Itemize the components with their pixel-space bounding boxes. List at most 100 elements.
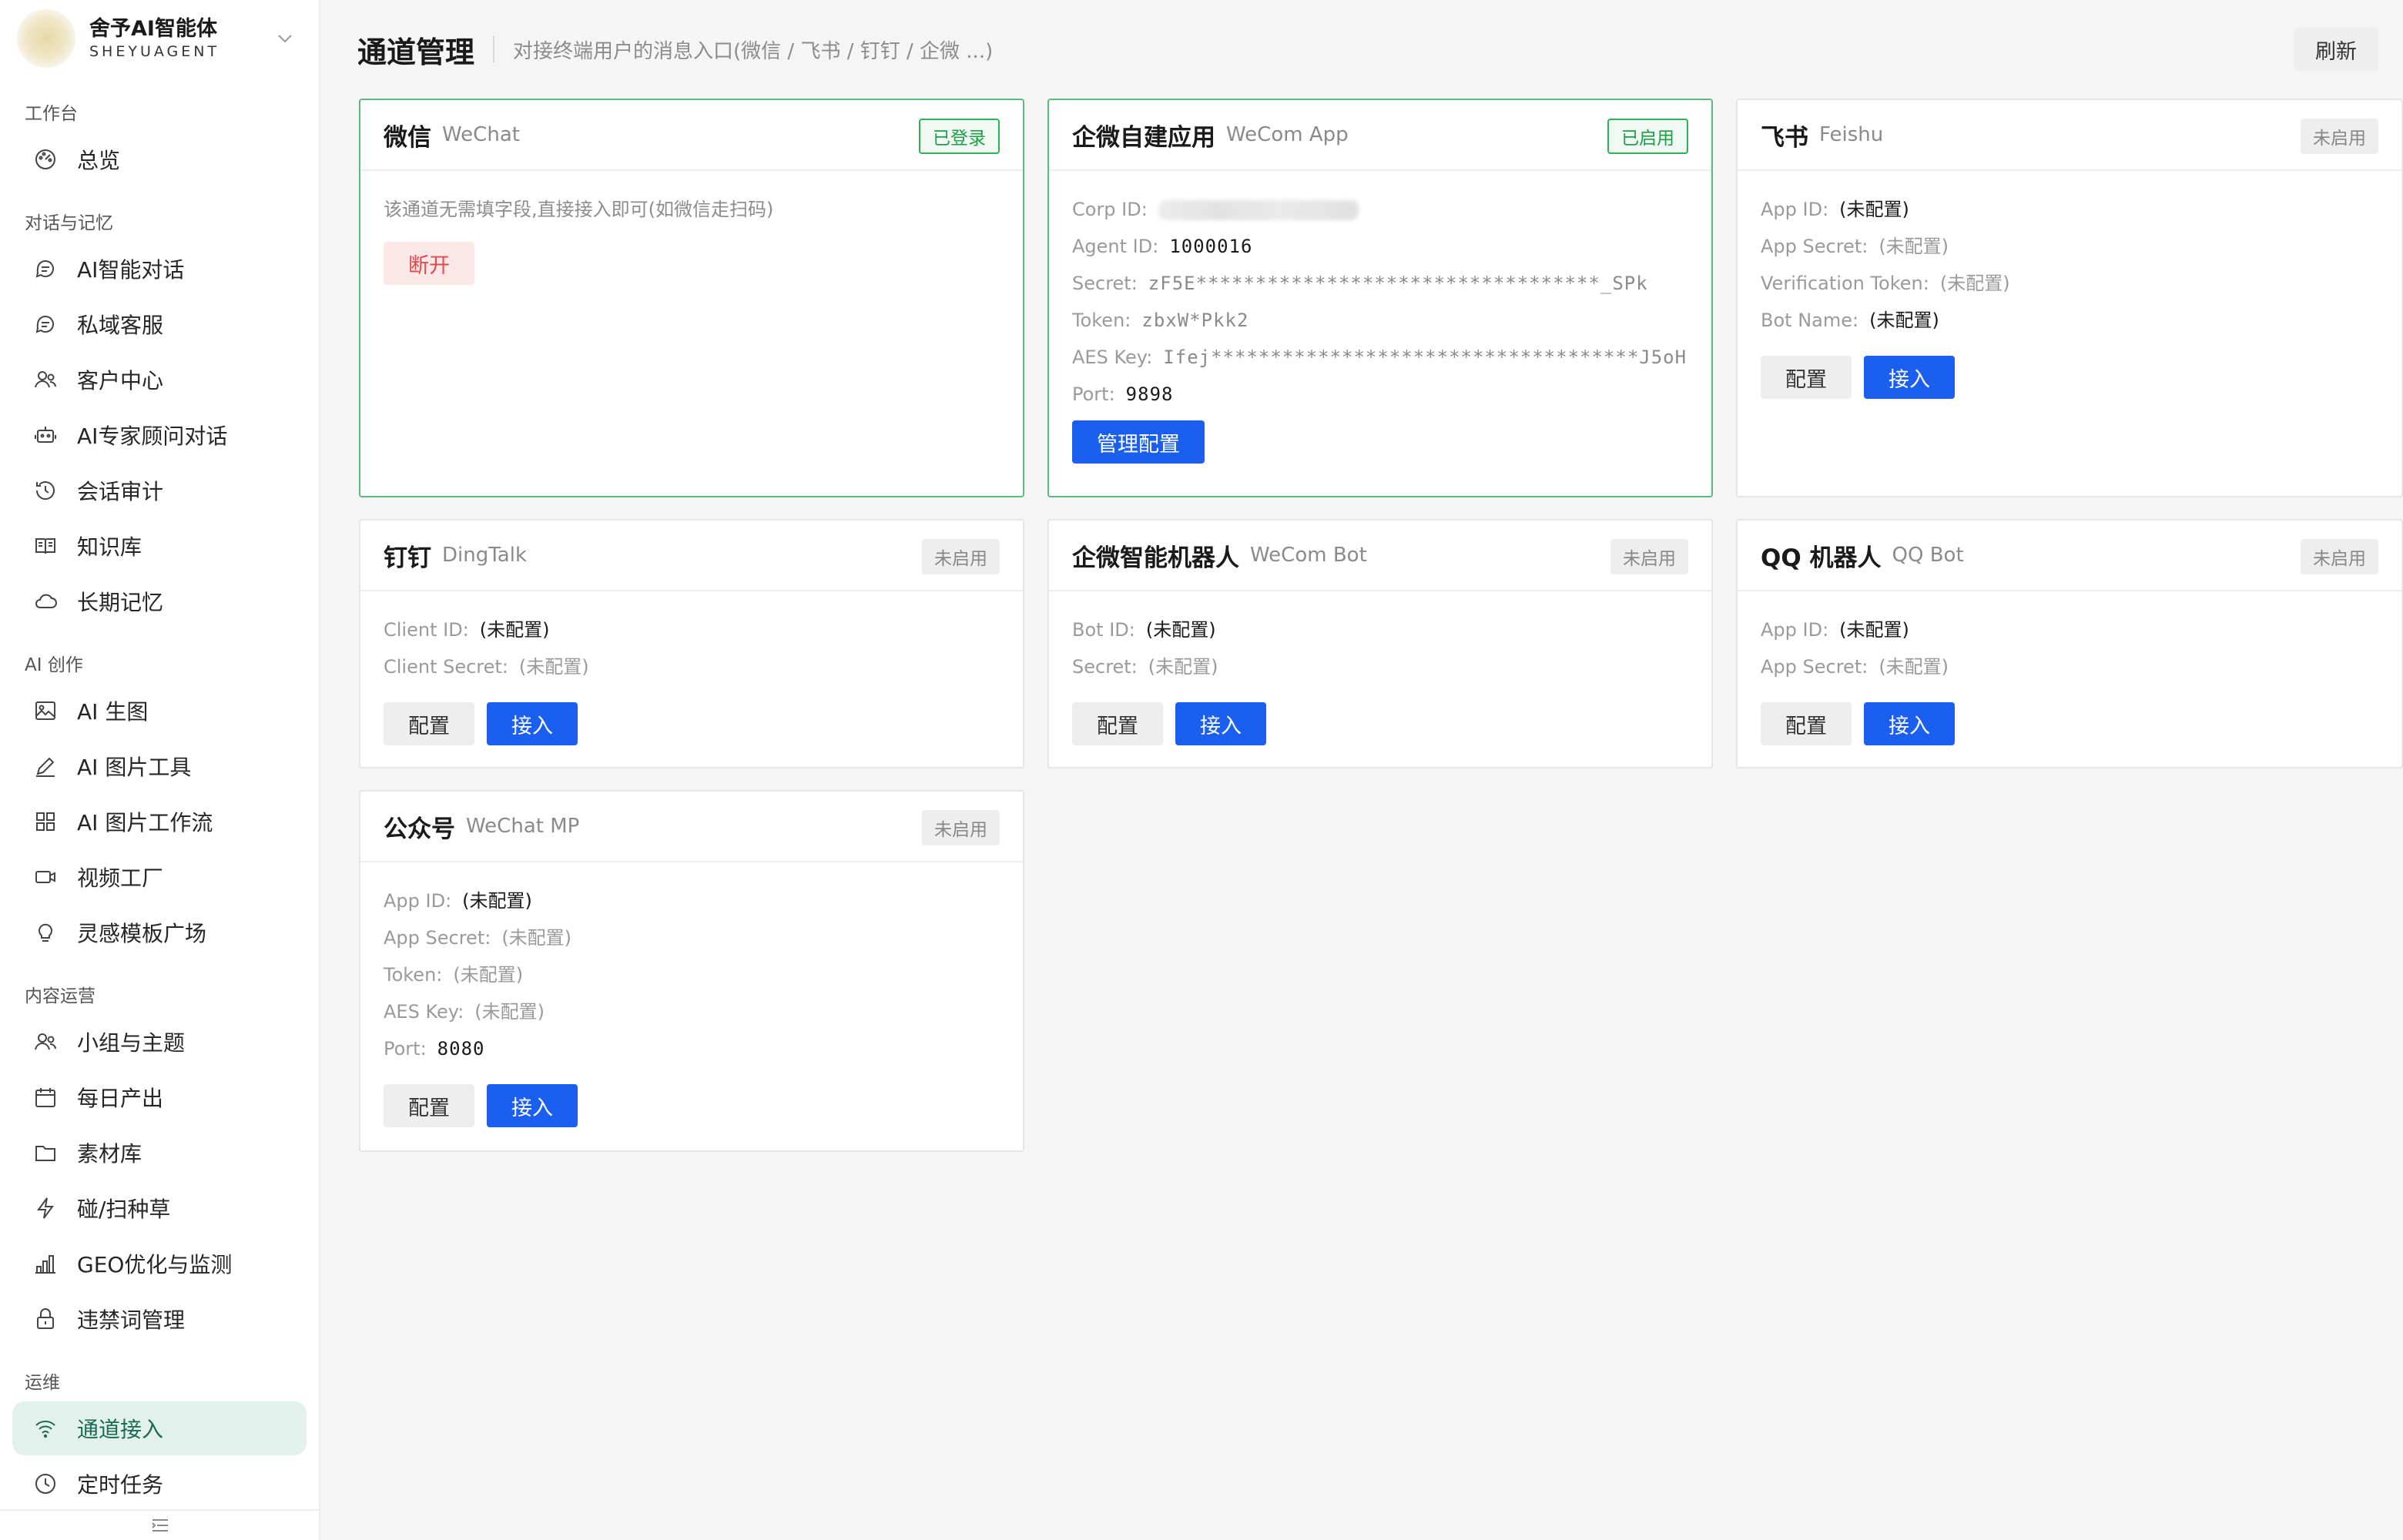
config-button[interactable]: 配置: [1072, 702, 1163, 745]
sidebar-item-knowledge-base[interactable]: 知识库: [12, 519, 307, 573]
config-button[interactable]: 配置: [1761, 356, 1852, 399]
card-header: 钉钉 DingTalk 未启用: [360, 521, 1023, 591]
sidebar-item-overview[interactable]: 总览: [12, 132, 307, 186]
config-button[interactable]: 配置: [1761, 702, 1852, 745]
disconnect-button[interactable]: 断开: [384, 242, 474, 285]
field-label: App Secret:: [384, 927, 491, 949]
sidebar-item-groups-topics[interactable]: 小组与主题: [12, 1015, 307, 1069]
sidebar-item-label: 碰/扫种草: [77, 1197, 171, 1222]
field-secret: Secret: (未配置): [1072, 648, 1688, 685]
config-button[interactable]: 配置: [384, 1084, 474, 1127]
bulb-icon: [32, 919, 59, 946]
wifi-icon: [32, 1415, 59, 1441]
sidebar-item-private-service[interactable]: 私域客服: [12, 297, 307, 351]
sidebar-item-template-square[interactable]: 灵感模板广场: [12, 906, 307, 959]
card-title: 钉钉: [384, 544, 431, 572]
sidebar-item-ai-chat[interactable]: AI智能对话: [12, 242, 307, 296]
card-title: 飞书: [1761, 123, 1808, 152]
field-label: Token:: [1072, 310, 1131, 331]
field-label: AES Key:: [384, 1001, 464, 1023]
field-label: Client Secret:: [384, 656, 508, 678]
bar-chart-icon: [32, 1250, 59, 1277]
sidebar-item-video-factory[interactable]: 视频工厂: [12, 850, 307, 904]
brand-name: 舍予AI智能体: [89, 17, 217, 41]
sidebar-item-label: 灵感模板广场: [77, 921, 207, 946]
config-button[interactable]: 配置: [384, 702, 474, 745]
sidebar-item-banned-words[interactable]: 违禁词管理: [12, 1292, 307, 1346]
field-bot-name: Bot Name: (未配置): [1761, 302, 2378, 339]
sidebar-item-ai-image-workflow[interactable]: AI 图片工作流: [12, 795, 307, 849]
card-subtitle: WeCom App: [1226, 123, 1349, 146]
field-value: 1000016: [1169, 236, 1253, 257]
card-subtitle: WeChat: [442, 123, 520, 146]
sidebar-item-label: 定时任务: [77, 1472, 164, 1498]
sidebar-item-label: 客户中心: [77, 368, 164, 393]
field-label: Port:: [1072, 383, 1115, 405]
sidebar-item-ai-image-tools[interactable]: AI 图片工具: [12, 739, 307, 793]
sidebar-item-ai-image[interactable]: AI 生图: [12, 684, 307, 738]
field-value: 8080: [437, 1038, 485, 1060]
field-aes-key: AES Key: (未配置): [384, 993, 1000, 1030]
image-icon: [32, 698, 59, 724]
sidebar-collapse-button[interactable]: [0, 1509, 320, 1540]
calendar-icon: [32, 1084, 59, 1110]
field-value: (未配置): [1878, 656, 1949, 678]
sidebar-item-long-memory[interactable]: 长期记忆: [12, 574, 307, 628]
field-label: Bot Name:: [1761, 310, 1859, 331]
grid-icon: [32, 808, 59, 835]
field-value: Ifej************************************…: [1163, 346, 1687, 368]
field-token: Token: (未配置): [384, 956, 1000, 993]
connect-button[interactable]: 接入: [487, 1084, 578, 1127]
sidebar-item-geo-monitor[interactable]: GEO优化与监测: [12, 1237, 307, 1291]
sidebar-item-label: AI专家顾问对话: [77, 424, 228, 449]
sidebar-item-daily-output[interactable]: 每日产出: [12, 1070, 307, 1124]
sidebar-item-session-audit[interactable]: 会话审计: [12, 464, 307, 517]
field-value: (未配置): [518, 656, 589, 678]
sidebar-item-channel-access[interactable]: 通道接入: [12, 1401, 307, 1455]
field-label: Agent ID:: [1072, 236, 1159, 257]
chat-icon: [32, 311, 59, 337]
card-title: QQ 机器人: [1761, 544, 1882, 572]
sidebar-item-label: GEO优化与监测: [77, 1252, 233, 1277]
sidebar-item-label: 知识库: [77, 534, 142, 560]
card-subtitle: WeCom Bot: [1250, 544, 1367, 567]
card-title: 企微智能机器人: [1072, 544, 1239, 572]
sidebar-item-seeding[interactable]: 碰/扫种草: [12, 1181, 307, 1235]
sidebar-item-material-library[interactable]: 素材库: [12, 1126, 307, 1180]
redacted-value: [1158, 200, 1359, 220]
connect-button[interactable]: 接入: [1175, 702, 1266, 745]
sidebar-item-customer-center[interactable]: 客户中心: [12, 353, 307, 407]
card-note: 该通道无需填字段,直接接入即可(如微信走扫码): [384, 199, 774, 220]
field-label: Client ID:: [384, 619, 469, 641]
sidebar-item-scheduled-tasks[interactable]: 定时任务: [12, 1457, 307, 1511]
card-title: 微信: [384, 123, 431, 152]
nav-group-content-ops: 内容运营: [25, 986, 96, 1006]
status-badge: 未启用: [2301, 539, 2378, 574]
field-app-secret: App Secret: (未配置): [1761, 648, 2378, 685]
field-app-id: App ID: (未配置): [1761, 191, 2378, 228]
field-value: (未配置): [1869, 310, 1939, 331]
brand-switcher[interactable]: 舍予AI智能体 SHEYUAGENT: [0, 0, 319, 77]
card-subtitle: DingTalk: [442, 544, 528, 567]
refresh-button[interactable]: 刷新: [2294, 28, 2378, 71]
field-client-id: Client ID: (未配置): [384, 611, 1000, 648]
sidebar-item-label: 长期记忆: [77, 590, 164, 615]
sidebar-item-label: 视频工厂: [77, 865, 164, 891]
connect-button[interactable]: 接入: [487, 702, 578, 745]
connect-button[interactable]: 接入: [1864, 356, 1955, 399]
chat-icon: [32, 256, 59, 282]
field-verification-token: Verification Token: (未配置): [1761, 265, 2378, 302]
status-badge: 未启用: [2301, 119, 2378, 154]
sidebar-item-expert-chat[interactable]: AI专家顾问对话: [12, 408, 307, 462]
folder-icon: [32, 1140, 59, 1166]
field-label: App ID:: [1761, 619, 1829, 641]
field-port: Port: 8080: [384, 1030, 1000, 1067]
field-label: Secret:: [1072, 656, 1138, 678]
chevron-down-icon[interactable]: [277, 34, 293, 43]
manage-config-button[interactable]: 管理配置: [1072, 420, 1205, 464]
channel-card-wechat: 微信 WeChat 已登录 该通道无需填字段,直接接入即可(如微信走扫码) 断开: [359, 99, 1024, 497]
connect-button[interactable]: 接入: [1864, 702, 1955, 745]
field-label: App ID:: [384, 890, 452, 912]
brand-subtitle: SHEYUAGENT: [89, 43, 220, 60]
field-bot-id: Bot ID: (未配置): [1072, 611, 1688, 648]
